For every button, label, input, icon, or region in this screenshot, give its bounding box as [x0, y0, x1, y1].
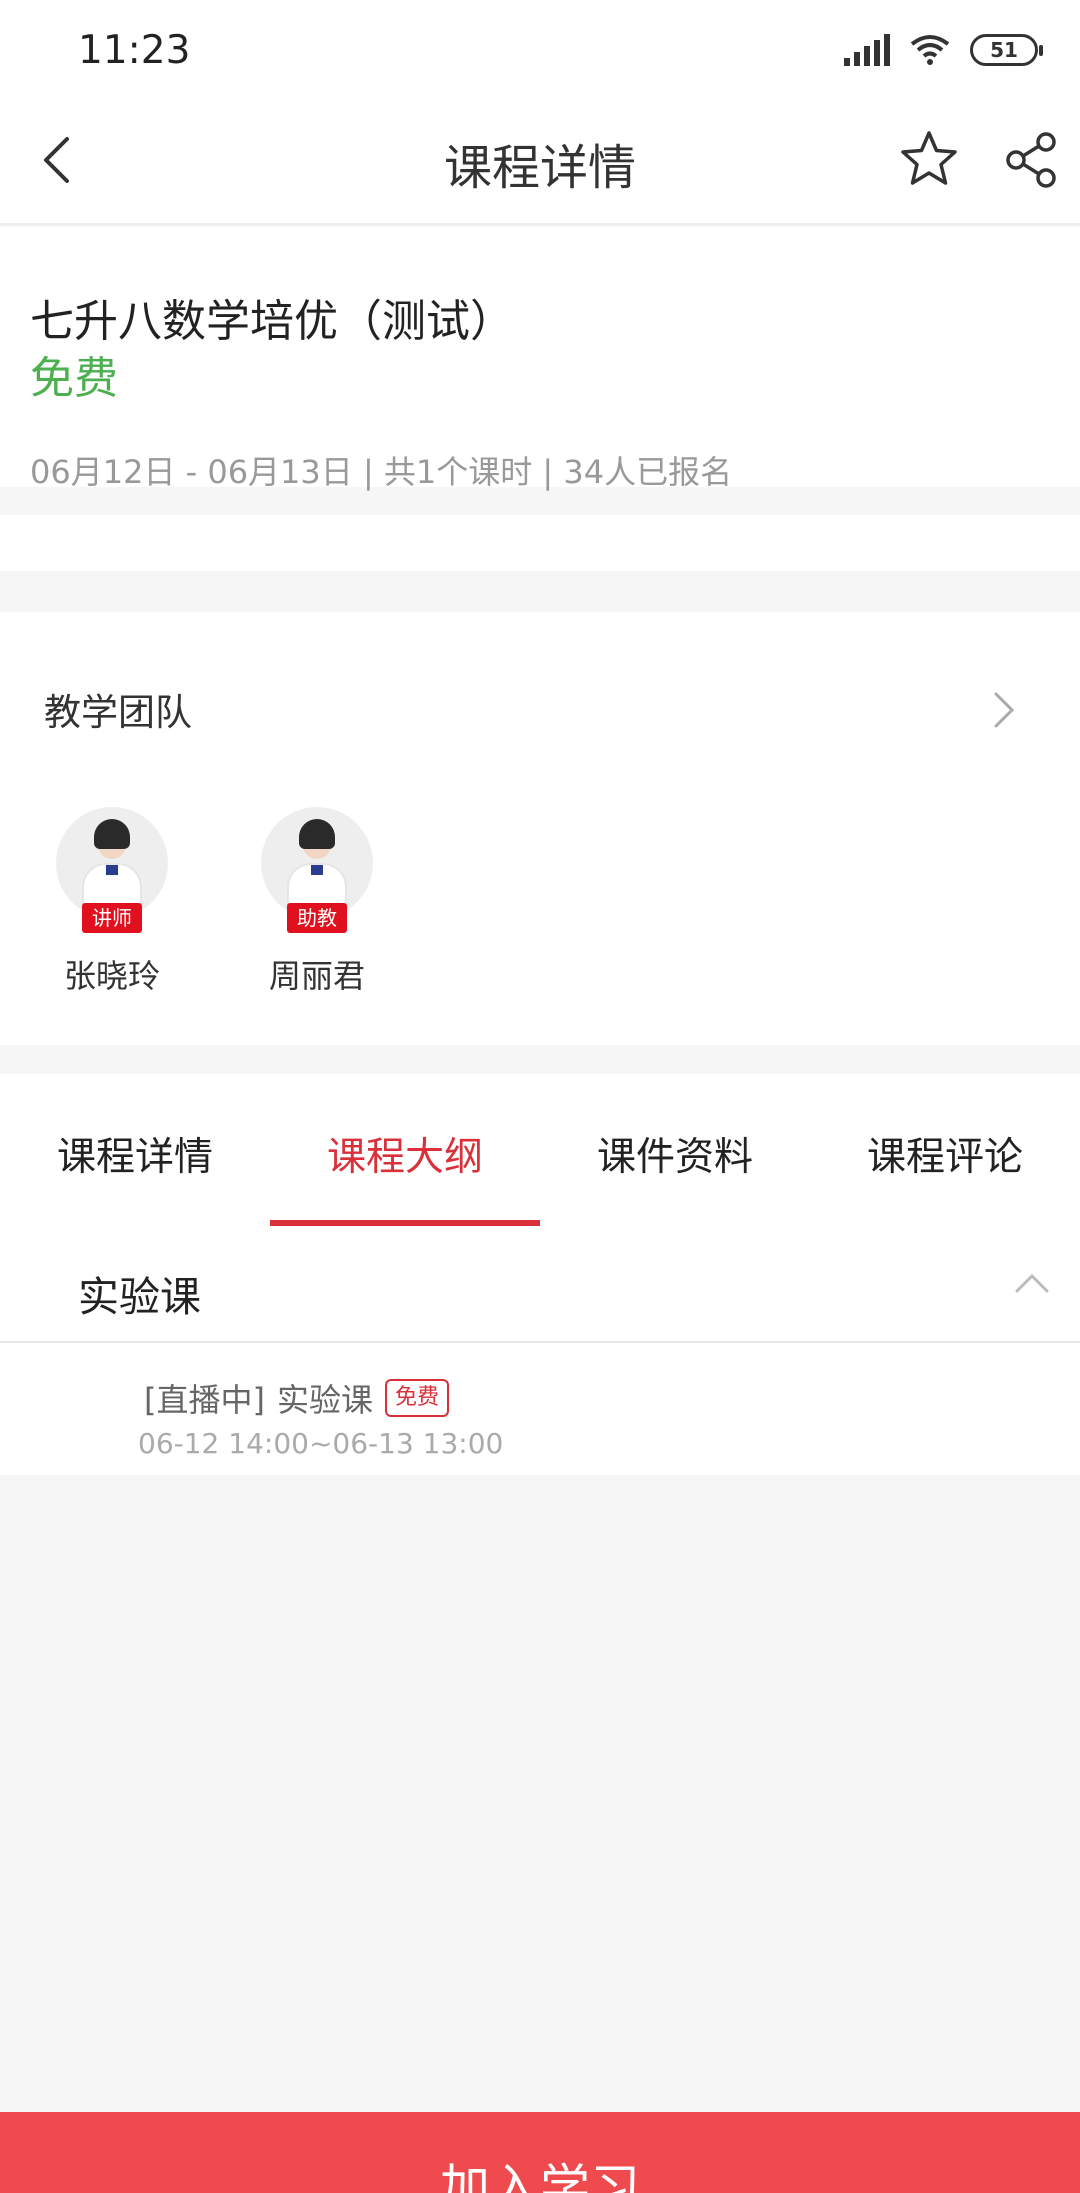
- course-title: 七升八数学培优（测试）: [30, 296, 514, 347]
- chapter-title: 实验课: [78, 1273, 201, 1321]
- role-badge: 助教: [287, 903, 347, 933]
- tab-course-detail[interactable]: 课程详情: [0, 1126, 270, 1182]
- tab-course-comments[interactable]: 课程评论: [810, 1126, 1080, 1182]
- tab-course-outline[interactable]: 课程大纲: [270, 1126, 540, 1182]
- signal-icon: [844, 34, 890, 66]
- spacer-band: [0, 515, 1080, 571]
- role-badge: 讲师: [82, 903, 142, 933]
- wifi-icon: [910, 35, 950, 65]
- lesson-name: 实验课: [276, 1381, 373, 1419]
- course-meta: 06月12日 - 06月13日 | 共1个课时 | 34人已报名: [30, 453, 733, 491]
- share-icon: [1006, 132, 1056, 188]
- status-bar: 11:23 51: [0, 0, 1080, 100]
- team-member[interactable]: 讲师 张晓玲: [32, 807, 192, 997]
- status-icons: 51: [844, 30, 1043, 70]
- chevron-up-icon[interactable]: [1014, 1271, 1050, 1295]
- lesson-item[interactable]: [直播中] 实验课 免费 06-12 14:00~06-13 13:00: [0, 1345, 1080, 1475]
- member-name: 周丽君: [268, 957, 365, 995]
- member-name: 张晓玲: [63, 957, 160, 995]
- share-button[interactable]: [1002, 130, 1062, 190]
- favorite-button[interactable]: [898, 128, 960, 190]
- join-study-button[interactable]: 加入学习: [0, 2112, 1080, 2193]
- lesson-time: 06-12 14:00~06-13 13:00: [138, 1427, 504, 1460]
- star-icon: [901, 131, 957, 185]
- team-member[interactable]: 助教 周丽君: [237, 807, 397, 997]
- active-tab-indicator: [270, 1220, 540, 1226]
- chapter-header[interactable]: 实验课: [0, 1227, 1080, 1343]
- teaching-team-title: 教学团队: [44, 691, 192, 734]
- teaching-team-section[interactable]: 教学团队 讲师 张晓玲 助教 周丽君: [0, 612, 1080, 1045]
- lesson-status: [直播中]: [144, 1381, 265, 1419]
- status-time: 11:23: [78, 28, 191, 73]
- chevron-right-icon[interactable]: [990, 690, 1018, 730]
- course-detail-page: 11:23 51 课程详情 七升八数学培优（测试） 免费 06月12日 - 06…: [0, 0, 1080, 2193]
- tab-bar: 课程详情 课程大纲 课件资料 课程评论: [0, 1074, 1080, 1227]
- app-header: 课程详情: [0, 100, 1080, 225]
- battery-icon: 51: [970, 34, 1043, 66]
- tab-courseware[interactable]: 课件资料: [540, 1126, 810, 1182]
- lesson-free-tag: 免费: [385, 1379, 450, 1417]
- course-outline: 实验课 [直播中] 实验课 免费 06-12 14:00~06-13 13:00: [0, 1227, 1080, 1475]
- lesson-line: [直播中] 实验课 免费: [144, 1375, 450, 1421]
- course-price: 免费: [30, 353, 118, 404]
- course-info: 七升八数学培优（测试） 免费 06月12日 - 06月13日 | 共1个课时 |…: [0, 227, 1080, 491]
